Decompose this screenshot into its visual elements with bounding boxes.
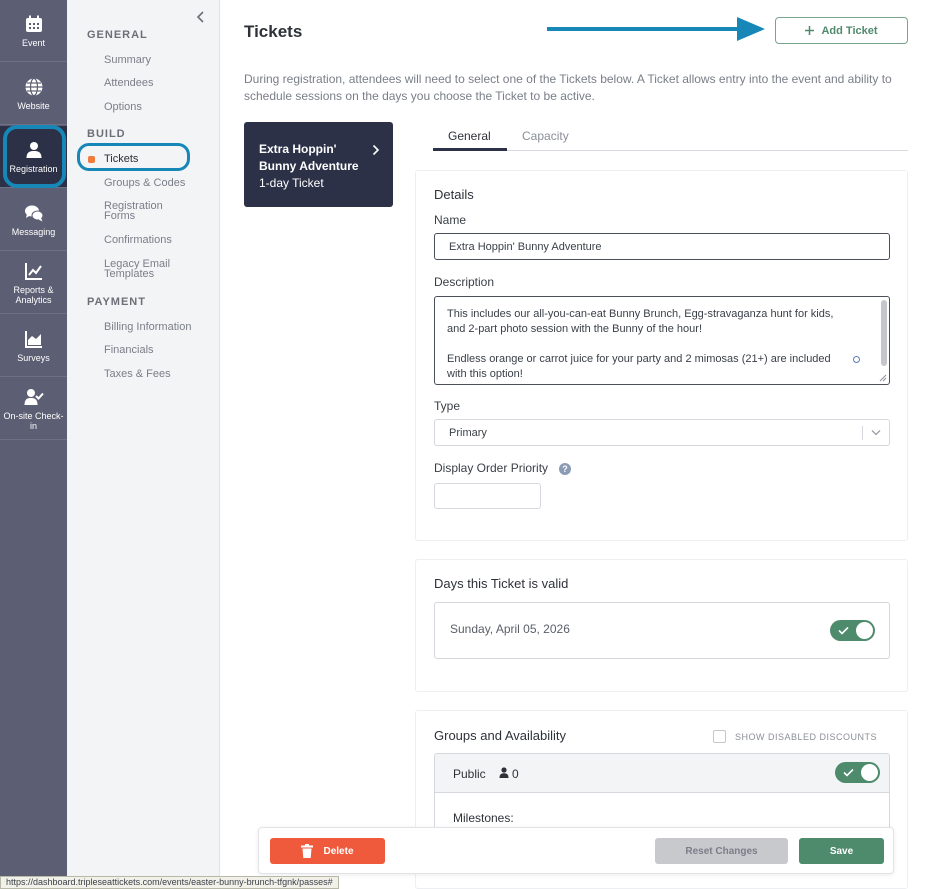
tab-general[interactable]: General (448, 129, 491, 143)
milestones-label: Milestones: (453, 811, 514, 825)
rail-label: Registration (9, 163, 58, 174)
trash-icon (301, 844, 314, 858)
description-label: Description (434, 275, 495, 289)
nav-item-summary[interactable]: Summary (104, 55, 214, 66)
active-indicator (88, 156, 95, 163)
intro-text: During registration, attendees will need… (244, 72, 892, 103)
name-label: Name (434, 213, 467, 227)
add-ticket-label: Add Ticket (821, 24, 878, 37)
tab-underline (433, 148, 507, 151)
calendar-icon (25, 15, 42, 32)
globe-icon (25, 77, 42, 96)
order-priority-label: Display Order Priority (434, 461, 549, 475)
toggle-knob (861, 764, 878, 781)
nav-section-build: BUILD (87, 128, 126, 140)
annotation-arrow-icon (547, 17, 765, 41)
add-ticket-button[interactable]: Add Ticket (775, 17, 908, 44)
delete-button[interactable]: Delete (270, 838, 385, 864)
nav-item-billing[interactable]: Billing Information (104, 322, 214, 333)
rail-item-messaging[interactable]: Messaging (0, 189, 67, 251)
chevron-right-icon (372, 144, 380, 156)
chevron-down-icon (871, 430, 881, 436)
show-disabled-checkbox[interactable] (713, 730, 726, 743)
group-header: Public 0 (435, 754, 889, 793)
plus-icon (805, 26, 815, 35)
group-count: 0 (512, 767, 519, 781)
check-icon (843, 768, 854, 777)
icon-rail: Event Website Registration Messaging Rep… (0, 0, 67, 889)
rail-label: On-site Check-in (3, 410, 64, 431)
details-panel: Details Name Extra Hoppin' Bunny Adventu… (415, 170, 908, 541)
nav-item-legacy-email-templates[interactable]: Legacy Email Templates (104, 259, 184, 280)
tab-bar: General Capacity (433, 122, 908, 151)
grammar-hint-icon[interactable] (853, 356, 860, 363)
day-toggle[interactable] (830, 620, 875, 641)
status-url-bar: https://dashboard.tripleseattickets.com/… (0, 876, 339, 889)
details-title: Details (434, 187, 474, 202)
rail-label: Event (21, 37, 45, 48)
page-title: Tickets (244, 22, 303, 41)
resize-handle-icon[interactable] (879, 374, 887, 382)
rail-item-reports[interactable]: Reports & Analytics (0, 252, 67, 314)
toggle-knob (856, 622, 873, 639)
ticket-card-type: 1-day Ticket (259, 176, 324, 190)
name-input[interactable]: Extra Hoppin' Bunny Adventure (434, 233, 890, 260)
rail-label: Reports & Analytics (13, 284, 54, 305)
description-textarea[interactable]: This includes our all-you-can-eat Bunny … (434, 296, 890, 385)
nav-item-taxes-fees[interactable]: Taxes & Fees (104, 369, 214, 380)
group-toggle[interactable] (835, 762, 880, 783)
ticket-card-name: Extra Hoppin' Bunny Adventure (259, 142, 359, 173)
day-date: Sunday, April 05, 2026 (450, 622, 570, 636)
save-button[interactable]: Save (799, 838, 884, 864)
description-paragraph: This includes our all-you-can-eat Bunny … (447, 308, 834, 335)
show-disabled-label: SHOW DISABLED DISCOUNTS (735, 732, 878, 742)
nav-item-registration-forms[interactable]: Registration Forms (104, 201, 184, 222)
type-select[interactable]: Primary (434, 419, 890, 446)
reset-changes-button[interactable]: Reset Changes (655, 838, 788, 864)
days-panel: Days this Ticket is valid Sunday, April … (415, 559, 908, 692)
type-label: Type (434, 399, 461, 413)
rail-label: Messaging (11, 226, 56, 237)
groups-title: Groups and Availability (434, 728, 567, 743)
rail-item-event[interactable]: Event (0, 0, 67, 62)
person-icon (26, 141, 41, 158)
chat-bubbles-icon (24, 205, 43, 221)
tab-capacity[interactable]: Capacity (522, 129, 569, 143)
nav-item-confirmations[interactable]: Confirmations (104, 235, 214, 246)
type-select-value: Primary (449, 426, 487, 439)
nav-item-attendees[interactable]: Attendees (104, 78, 214, 89)
order-priority-input[interactable] (434, 483, 541, 509)
days-title: Days this Ticket is valid (434, 576, 569, 591)
nav-item-groups-codes[interactable]: Groups & Codes (104, 178, 214, 189)
person-check-icon (24, 388, 44, 405)
nav-item-financials[interactable]: Financials (104, 345, 214, 356)
check-icon (838, 626, 849, 635)
group-name: Public (453, 767, 486, 781)
select-divider (862, 426, 863, 440)
line-chart-icon (24, 262, 42, 280)
textarea-scrollbar[interactable] (881, 300, 887, 366)
secondary-nav: GENERAL Summary Attendees Options BUILD … (67, 0, 220, 889)
survey-chart-icon (24, 330, 42, 348)
nav-section-payment: PAYMENT (87, 296, 146, 308)
rail-label: Website (17, 100, 50, 111)
help-icon[interactable]: ? (559, 463, 571, 475)
nav-item-tickets[interactable]: Tickets (104, 154, 214, 165)
collapse-chevron-icon[interactable] (194, 9, 208, 25)
rail-item-registration[interactable]: Registration (0, 126, 67, 188)
ticket-card[interactable]: Extra Hoppin' Bunny Adventure 1-day Tick… (244, 122, 393, 207)
description-paragraph: Endless orange or carrot juice for your … (447, 353, 831, 380)
day-row: Sunday, April 05, 2026 (434, 602, 890, 659)
nav-section-general: GENERAL (87, 29, 148, 41)
rail-item-website[interactable]: Website (0, 63, 67, 125)
action-bar: Delete Reset Changes Save (258, 827, 894, 874)
delete-label: Delete (323, 845, 354, 857)
rail-label: Surveys (17, 352, 50, 363)
nav-item-options[interactable]: Options (104, 102, 214, 113)
person-icon (499, 767, 509, 778)
rail-item-surveys[interactable]: Surveys (0, 315, 67, 377)
rail-item-checkin[interactable]: On-site Check-in (0, 378, 67, 440)
main-content: Tickets Add Ticket During registration, … (221, 0, 936, 889)
